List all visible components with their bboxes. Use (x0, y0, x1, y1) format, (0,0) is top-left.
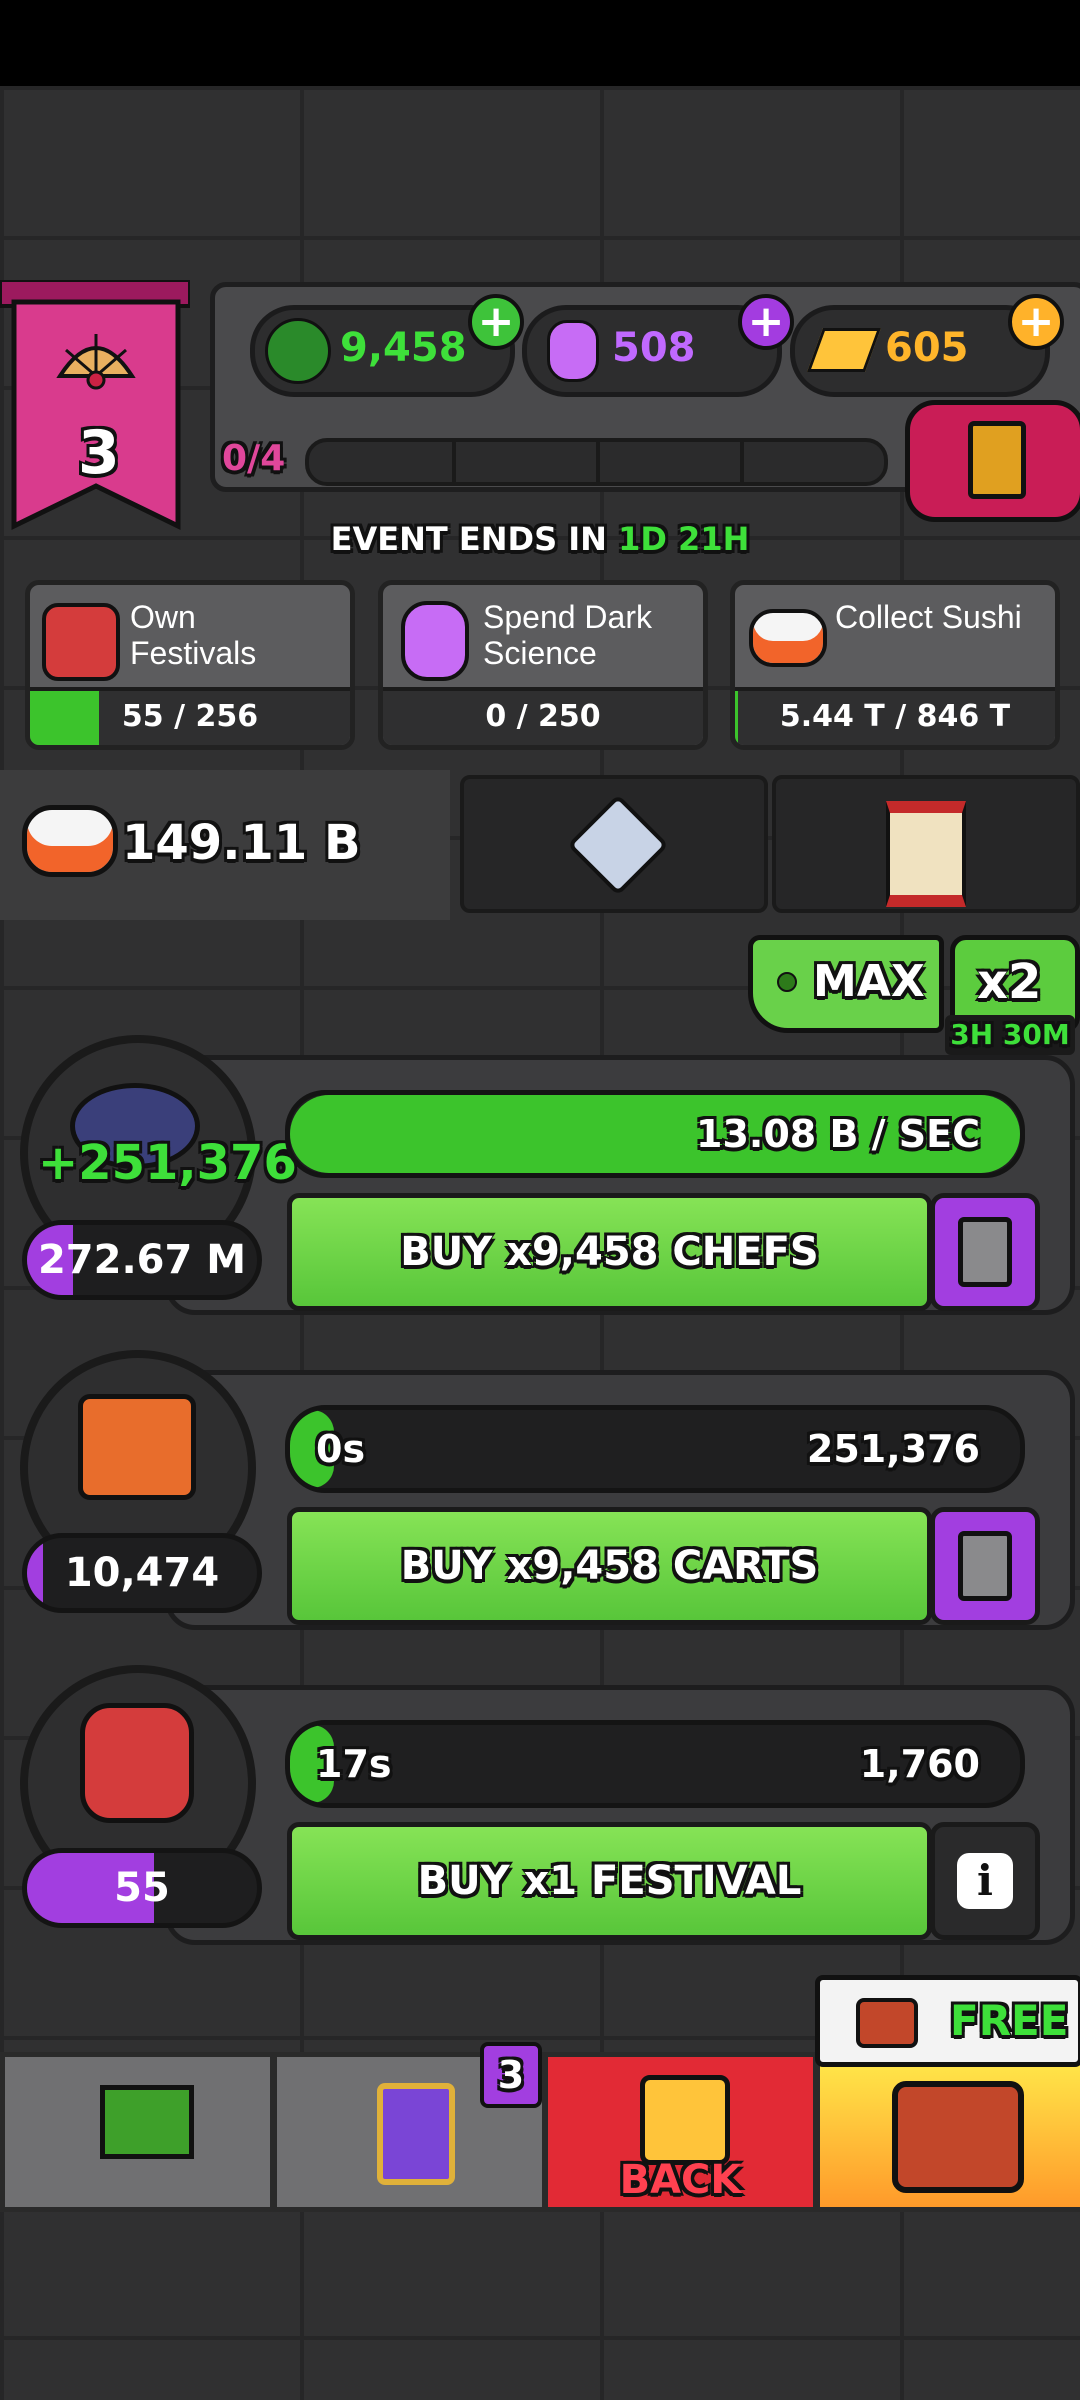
chef-upgrade-card-button[interactable] (930, 1193, 1040, 1311)
x2-label: x2 (977, 954, 1042, 1010)
festival-count: 55 (114, 1865, 170, 1911)
task-progress-text: 5.44 T / 846 T (779, 699, 1011, 734)
reward-card-icon (968, 421, 1026, 499)
ninja-mask-icon (265, 318, 331, 384)
green-currency-value: 9,458 (340, 325, 467, 371)
chef-progress-bar: 13.08 B / SEC (285, 1090, 1025, 1178)
nav-back-tab[interactable]: BACK (543, 2052, 818, 2212)
task-progress-bar: 0 / 250 (383, 687, 703, 745)
cards-icon (377, 2083, 455, 2185)
festival-output-text: 1,760 (859, 1742, 980, 1786)
festival-progress-bar: 17s 1,760 (285, 1720, 1025, 1808)
free-label: FREE (950, 1996, 1069, 2045)
max-multiplier-button[interactable]: MAX (748, 935, 944, 1033)
card-icon (958, 1217, 1012, 1287)
level-banner[interactable] (0, 278, 192, 531)
buy-festival-button[interactable]: BUY x1 FESTIVAL (287, 1822, 932, 1940)
sushi-icon (749, 609, 827, 667)
add-dark-science-button[interactable]: + (738, 294, 794, 350)
boost-timer: 3H 30M (945, 1015, 1075, 1055)
flag-icon (100, 2085, 194, 2159)
cards-badge: 3 (480, 2042, 542, 2108)
scroll-tab[interactable] (772, 775, 1080, 913)
chef-rate-text: 13.08 B / SEC (696, 1112, 980, 1156)
scroll-icon (886, 801, 966, 907)
task-label: Spend Dark Science (483, 599, 652, 671)
event-ends-label: EVENT ENDS IN (330, 520, 607, 558)
task-label: Own Festivals (130, 599, 257, 671)
chef-income-float: +251,376 (38, 1135, 297, 1191)
task-own-festivals[interactable]: Own Festivals 55 / 256 (25, 580, 355, 750)
chest-mini-icon (856, 1998, 918, 2048)
festival-count-pill: 55 (22, 1848, 262, 1928)
festival-icon (80, 1703, 194, 1823)
reward-chest-button[interactable] (905, 400, 1080, 522)
info-icon: i (957, 1853, 1013, 1909)
cart-progress-bar: 0s 251,376 (285, 1405, 1025, 1493)
gold-bar-icon (806, 328, 882, 372)
chef-count-pill: 272.67 M (22, 1220, 262, 1300)
task-spend-dark-science[interactable]: Spend Dark Science 0 / 250 (378, 580, 708, 750)
back-label: BACK (619, 2157, 742, 2203)
card-icon (958, 1531, 1012, 1601)
add-green-currency-button[interactable]: + (468, 294, 524, 350)
event-timer: EVENT ENDS IN 1D 21H (0, 520, 1080, 558)
add-gold-button[interactable]: + (1008, 294, 1064, 350)
level-progress-label: 0/4 (222, 438, 286, 479)
shuriken-tab[interactable] (460, 775, 768, 913)
treasure-chest-icon (892, 2081, 1024, 2193)
task-progress-bar: 5.44 T / 846 T (735, 687, 1055, 745)
chef-count: 272.67 M (37, 1237, 247, 1283)
cart-upgrade-card-button[interactable] (930, 1507, 1040, 1625)
status-bar (0, 0, 1080, 86)
noodle-cart-icon (78, 1394, 196, 1500)
nav-flag-tab[interactable] (0, 2052, 275, 2212)
level-progress-bar (305, 438, 888, 486)
level-number: 3 (78, 418, 120, 488)
cart-count-pill: 10,474 (22, 1533, 262, 1613)
cart-output-text: 251,376 (806, 1427, 980, 1471)
gold-currency-value: 605 (885, 325, 969, 371)
dark-science-value: 508 (612, 325, 696, 371)
festival-timer: 17s (316, 1742, 392, 1786)
festival-info-button[interactable]: i (930, 1822, 1040, 1940)
cart-count: 10,474 (64, 1550, 220, 1596)
task-progress-text: 0 / 250 (485, 699, 601, 734)
task-progress-bar: 55 / 256 (30, 687, 350, 745)
cart-timer: 0s (316, 1427, 366, 1471)
potion-bottle-icon (401, 601, 469, 681)
shuriken-icon (567, 794, 669, 896)
fist-icon (640, 2075, 730, 2165)
buy-chefs-button[interactable]: BUY x9,458 CHEFS (287, 1193, 932, 1311)
sushi-icon (22, 805, 118, 877)
free-chest-tag[interactable]: FREE (815, 1975, 1080, 2067)
task-label: Collect Sushi (835, 599, 1022, 635)
event-time-value: 1D 21H (618, 520, 750, 558)
task-collect-sushi[interactable]: Collect Sushi 5.44 T / 846 T (730, 580, 1060, 750)
buy-carts-button[interactable]: BUY x9,458 CARTS (287, 1507, 932, 1625)
potion-bottle-icon (547, 320, 599, 382)
nav-free-chest-tab[interactable] (815, 2052, 1080, 2212)
sushi-total-value: 149.11 B (122, 815, 361, 871)
max-label: MAX (813, 956, 925, 1007)
task-progress-text: 55 / 256 (121, 699, 259, 734)
festival-icon (42, 603, 120, 681)
